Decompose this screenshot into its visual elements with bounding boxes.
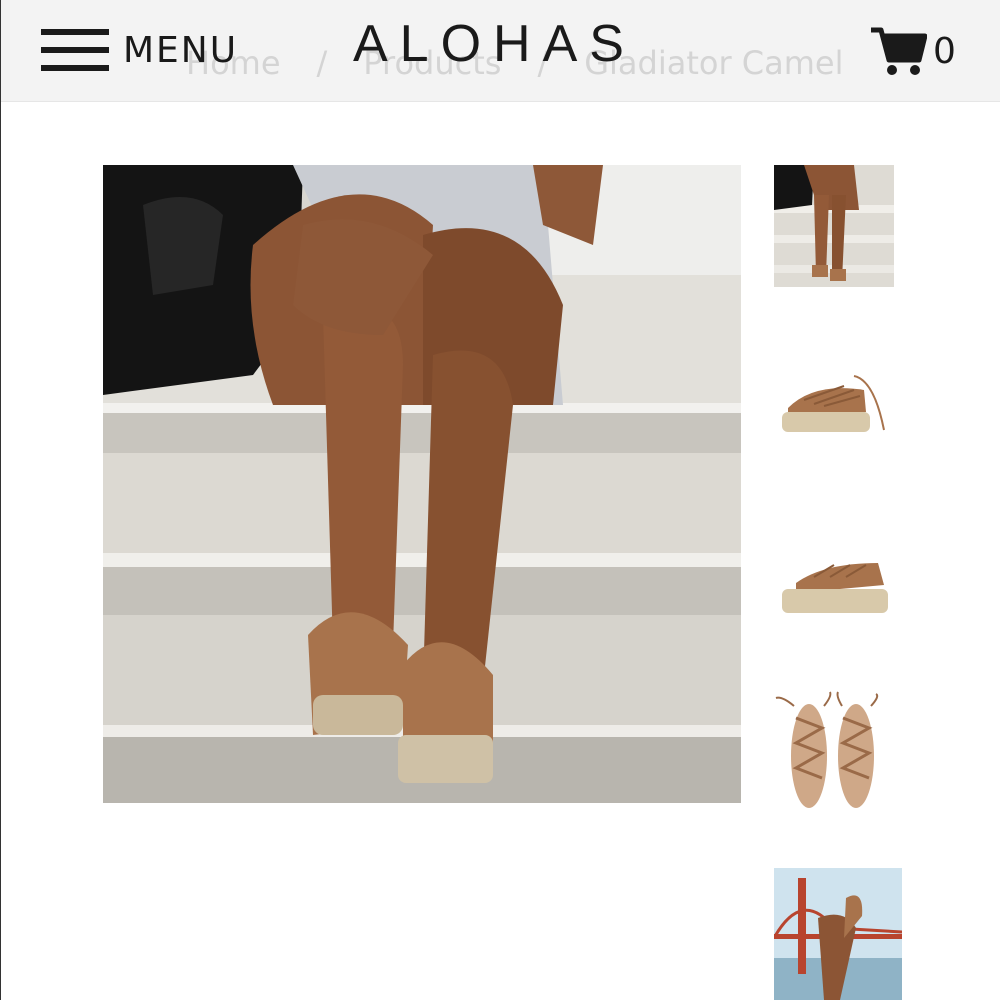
thumbnail-side-view-laces[interactable] (774, 360, 894, 450)
cart-button[interactable]: 0 (869, 24, 956, 78)
cart-count: 0 (933, 30, 956, 72)
thumbnail-top-view-pair[interactable] (774, 688, 894, 814)
site-header: Home / Products / Gladiator Camel MENU ALOHA… (1, 0, 1000, 102)
thumbnail-bridge-lifestyle[interactable] (774, 868, 902, 1000)
breadcrumb-separator: / (316, 44, 328, 82)
hamburger-icon (41, 27, 109, 73)
shopping-cart-icon (869, 24, 927, 78)
thumbnail-side-view[interactable] (774, 545, 894, 625)
menu-button[interactable]: MENU (41, 26, 238, 74)
site-logo[interactable]: ALOHAS (353, 14, 636, 74)
main-product-image[interactable] (103, 165, 741, 803)
menu-label: MENU (123, 29, 239, 71)
thumbnail-lifestyle-stairs[interactable] (774, 165, 894, 287)
